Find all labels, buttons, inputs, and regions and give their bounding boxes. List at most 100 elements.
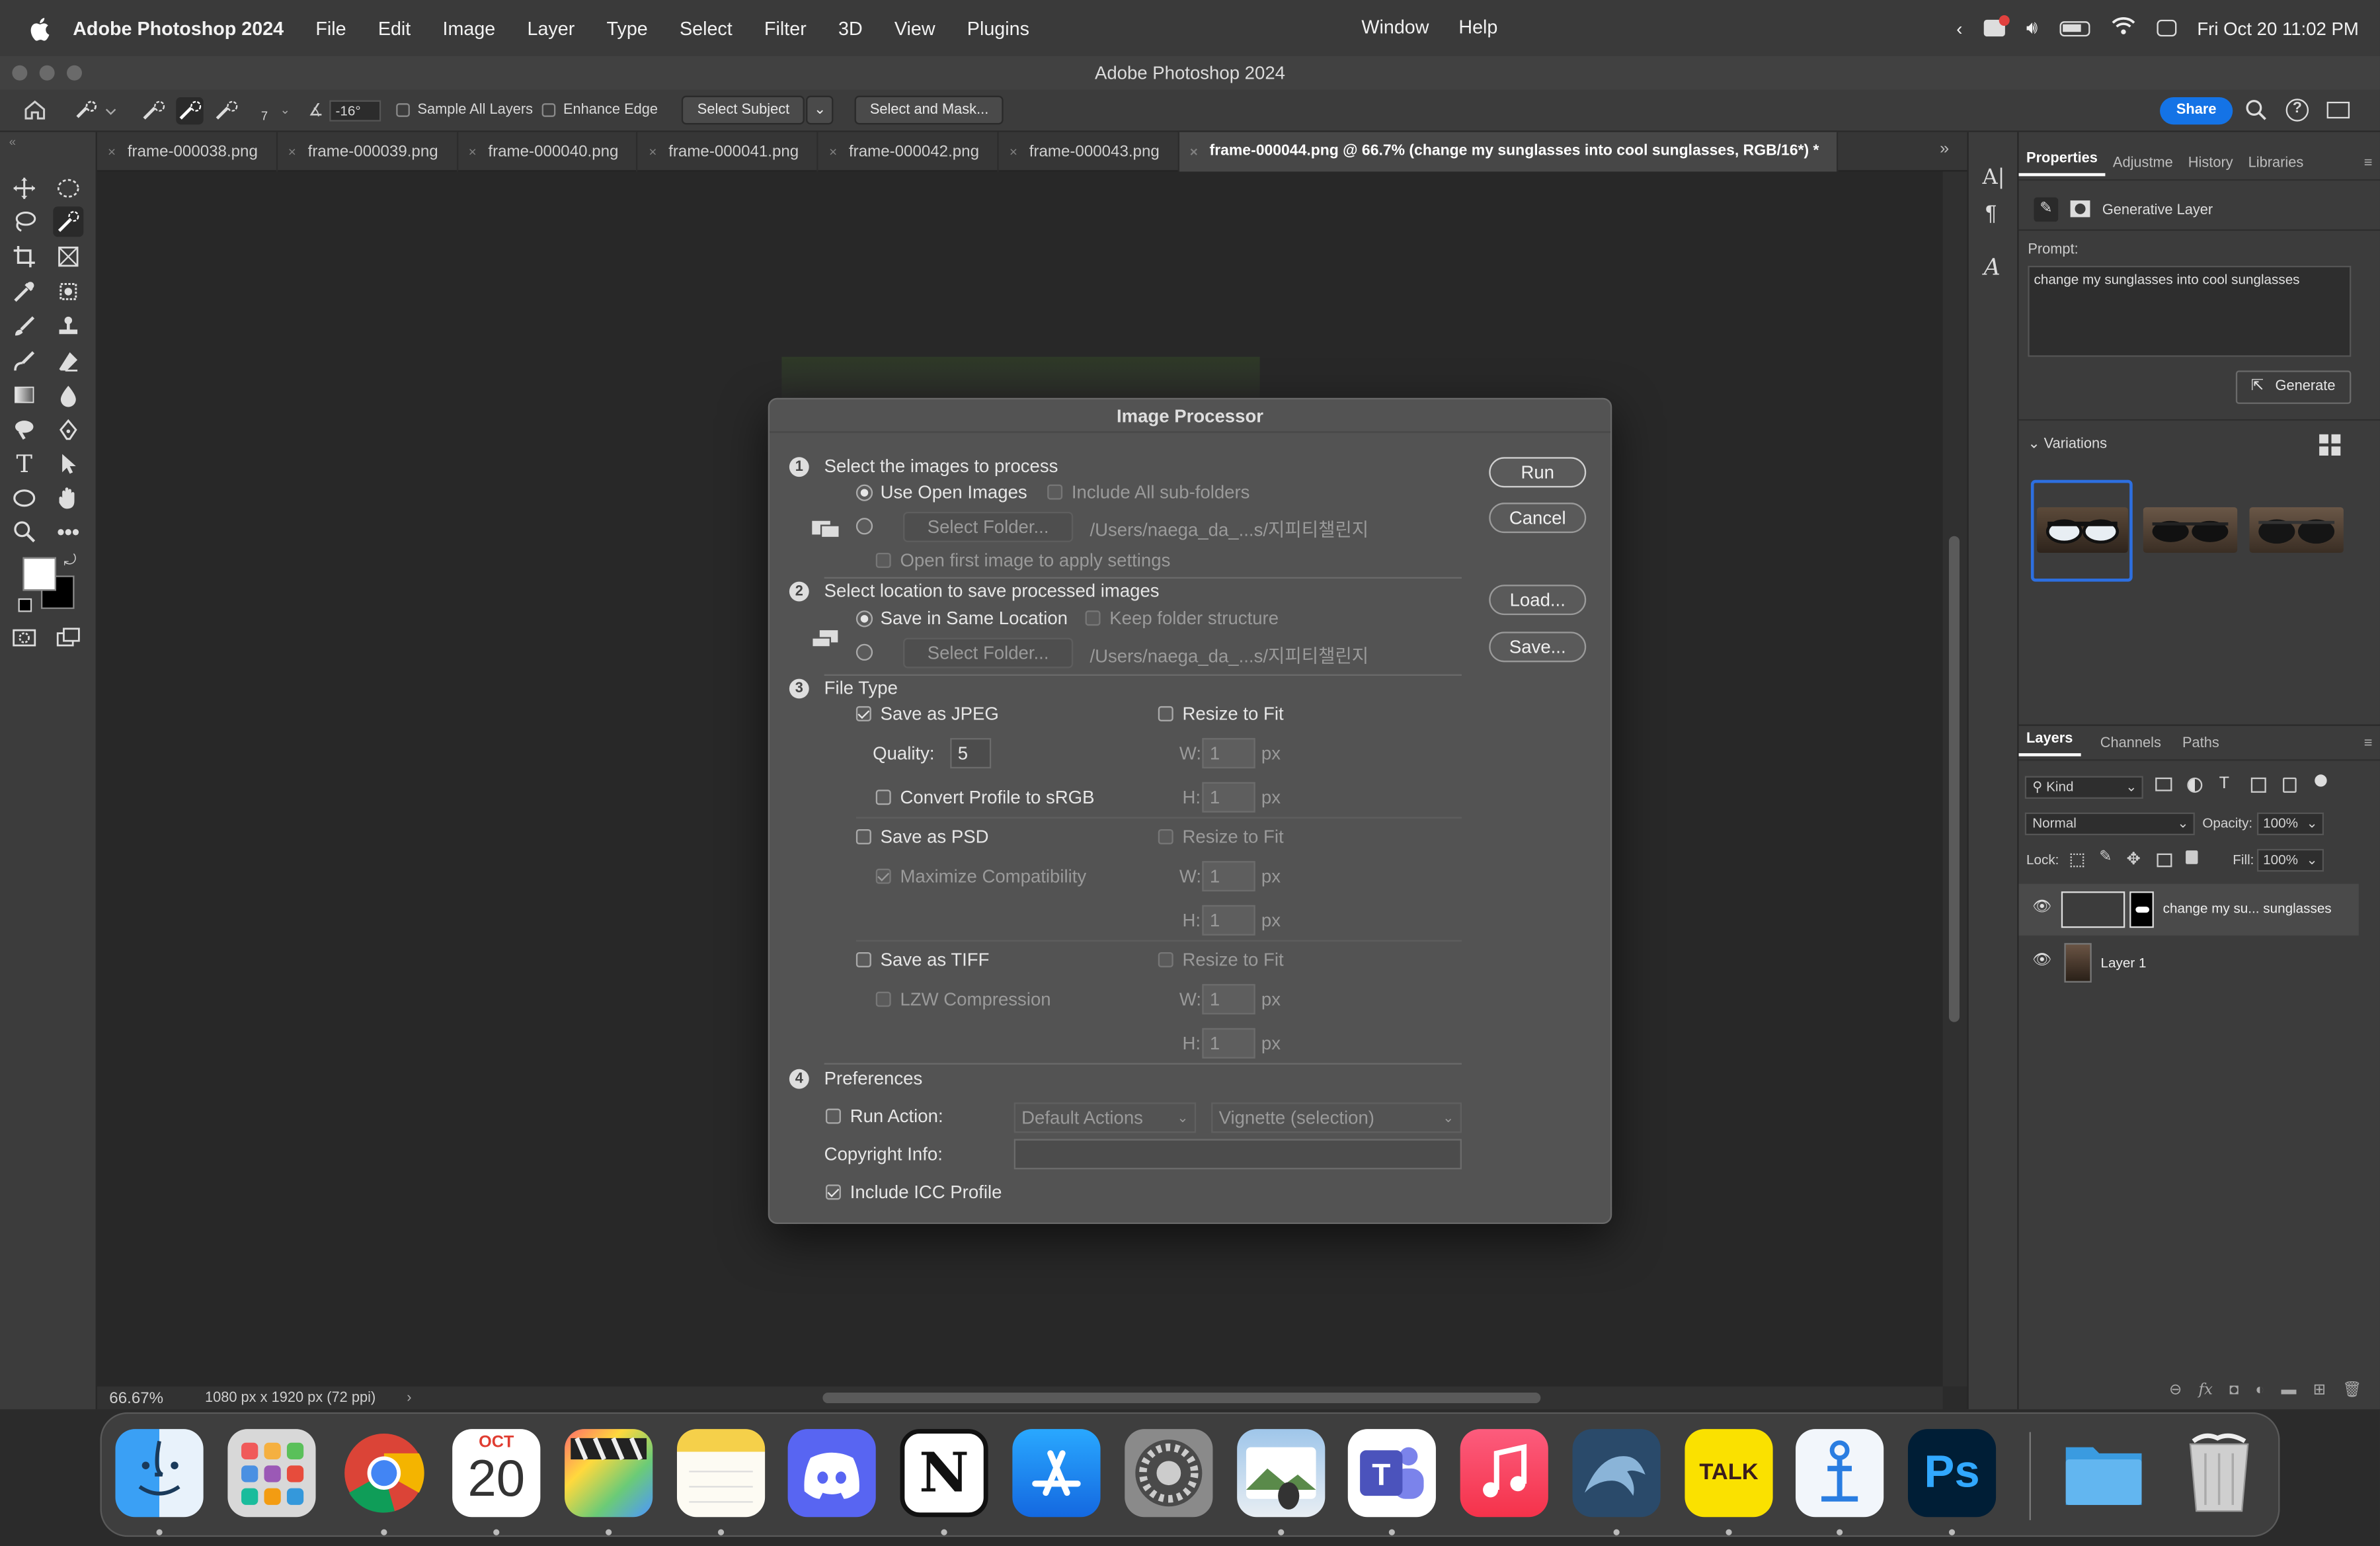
menu-layer[interactable]: Layer xyxy=(528,17,575,38)
glyphs-panel-icon[interactable]: A xyxy=(1984,254,2001,281)
menu-select[interactable]: Select xyxy=(680,17,733,38)
save-same-location-radio[interactable] xyxy=(855,610,873,628)
brush-tool-icon[interactable] xyxy=(9,311,40,342)
save-as-psd-checkbox[interactable] xyxy=(855,829,871,844)
use-open-images-radio[interactable] xyxy=(855,484,873,501)
save-as-tiff-checkbox[interactable] xyxy=(855,952,871,967)
downloads-folder-icon[interactable] xyxy=(2060,1429,2148,1517)
angle-field[interactable]: -16° xyxy=(329,99,381,121)
close-tab-icon[interactable]: × xyxy=(649,132,656,172)
layers-panel-menu-icon[interactable]: ≡ xyxy=(2356,735,2380,752)
default-colors-icon[interactable] xyxy=(18,598,32,612)
tab-channels[interactable]: Channels xyxy=(2092,735,2168,752)
tab-frame-000042[interactable]: × frame-000042.png xyxy=(818,132,999,172)
home-icon[interactable] xyxy=(21,97,48,124)
accessibility-app-icon[interactable] xyxy=(1796,1429,1884,1518)
system-settings-icon[interactable] xyxy=(1125,1429,1213,1518)
lasso-tool-icon[interactable] xyxy=(9,206,40,237)
close-tab-icon[interactable]: × xyxy=(288,132,296,172)
select-source-folder-radio[interactable] xyxy=(855,518,873,535)
quality-field[interactable]: 5 xyxy=(950,738,992,769)
quick-selection-tool-icon[interactable] xyxy=(53,206,84,237)
filter-kind-select[interactable]: ⚲ Kind ⌄ xyxy=(2024,776,2143,799)
eyedropper-tool-icon[interactable] xyxy=(9,276,40,307)
launchpad-icon[interactable] xyxy=(227,1429,316,1518)
path-selection-tool-icon[interactable] xyxy=(53,448,83,478)
tab-frame-000040[interactable]: × frame-000040.png xyxy=(458,132,639,172)
select-subject-dropdown-icon[interactable]: ⌄ xyxy=(806,95,834,125)
tab-properties[interactable]: Properties xyxy=(2018,150,2106,177)
trash-icon[interactable] xyxy=(2175,1429,2263,1517)
fill-field[interactable]: 100% ⌄ xyxy=(2257,848,2324,872)
search-icon[interactable] xyxy=(2245,99,2268,126)
menu-3d[interactable]: 3D xyxy=(838,17,863,38)
music-icon[interactable] xyxy=(1460,1429,1548,1518)
layer-row-layer-1[interactable]: 👁︎ Layer 1 xyxy=(2019,937,2359,989)
horizontal-scroll-thumb[interactable] xyxy=(822,1392,1541,1404)
type-tool-icon[interactable]: T xyxy=(9,448,40,478)
calendar-icon[interactable]: OCT 20 xyxy=(452,1429,541,1518)
frame-tool-icon[interactable] xyxy=(53,241,83,272)
brush-size-chevron-icon[interactable]: ⌄ xyxy=(280,103,290,117)
teams-icon[interactable]: T xyxy=(1347,1429,1436,1518)
jpeg-resize-to-fit-checkbox[interactable] xyxy=(1158,706,1173,721)
filter-smart-object-icon[interactable] xyxy=(2283,777,2297,793)
opacity-field[interactable]: 100% ⌄ xyxy=(2257,812,2324,836)
status-chevron-icon[interactable]: › xyxy=(407,1387,411,1409)
tab-history[interactable]: History xyxy=(2180,155,2241,171)
zoom-tool-icon[interactable] xyxy=(9,516,40,547)
fx-icon[interactable]: fx xyxy=(2199,1381,2213,1398)
select-destination-folder-radio[interactable] xyxy=(855,643,873,661)
share-button[interactable]: Share xyxy=(2160,97,2233,125)
move-tool-icon[interactable] xyxy=(9,173,40,204)
grid-view-icon[interactable] xyxy=(2319,434,2341,456)
mysql-workbench-icon[interactable] xyxy=(1572,1429,1661,1518)
eraser-tool-icon[interactable] xyxy=(53,346,83,377)
layer-name[interactable]: change my su... sunglasses xyxy=(2163,901,2332,916)
chevron-left-icon[interactable]: ‹ xyxy=(1956,17,1962,38)
blur-tool-icon[interactable] xyxy=(53,380,83,410)
lock-position-icon[interactable]: ✥ xyxy=(2127,849,2141,869)
menu-window[interactable]: Window xyxy=(1361,17,1429,38)
select-and-mask-button[interactable]: Select and Mask... xyxy=(854,95,1004,125)
tab-frame-000039[interactable]: × frame-000039.png xyxy=(278,132,458,172)
save-as-jpeg-checkbox[interactable] xyxy=(855,706,871,721)
tool-preset-icon[interactable] xyxy=(73,97,118,124)
workspace-icon[interactable] xyxy=(2326,101,2350,119)
menu-filter[interactable]: Filter xyxy=(764,17,807,38)
lock-transparent-icon[interactable] xyxy=(2070,853,2084,868)
run-button[interactable]: Run xyxy=(1489,457,1587,488)
chrome-icon[interactable] xyxy=(340,1429,428,1517)
cancel-button[interactable]: Cancel xyxy=(1489,503,1587,534)
menu-type[interactable]: Type xyxy=(607,17,648,38)
filter-toggle-icon[interactable] xyxy=(2310,774,2330,794)
copyright-field[interactable] xyxy=(1013,1139,1462,1170)
minimize-window-button[interactable] xyxy=(39,65,55,81)
tab-frame-000044[interactable]: × frame-000044.png @ 66.7% (change my sun… xyxy=(1179,132,1839,172)
discord-icon[interactable] xyxy=(787,1429,876,1518)
adjustment-layer-icon[interactable]: ◐ xyxy=(2255,1381,2264,1398)
visibility-eye-icon[interactable]: 👁︎ xyxy=(2032,952,2051,969)
close-tab-icon[interactable]: × xyxy=(829,132,837,172)
finder-icon[interactable] xyxy=(115,1429,204,1518)
quick-mask-icon[interactable] xyxy=(9,623,40,653)
apple-icon[interactable] xyxy=(27,15,54,42)
enhance-edge-checkbox[interactable] xyxy=(541,103,556,117)
volume-icon[interactable]: 🔊︎ xyxy=(2026,17,2038,39)
close-window-button[interactable] xyxy=(12,65,28,81)
layer-name[interactable]: Layer 1 xyxy=(2101,956,2147,971)
filter-shape-icon[interactable] xyxy=(2250,777,2266,793)
filter-adjustment-icon[interactable] xyxy=(2187,777,2203,793)
add-selection-brush-icon[interactable] xyxy=(176,96,204,124)
group-folder-icon[interactable]: ▬ xyxy=(2281,1381,2297,1398)
zoom-window-button[interactable] xyxy=(67,65,82,81)
hand-tool-icon[interactable] xyxy=(53,483,83,513)
stamp-tool-icon[interactable] xyxy=(53,311,83,342)
variation-3-thumbnail[interactable] xyxy=(2249,507,2344,553)
more-tabs-icon[interactable]: » xyxy=(1940,140,1949,158)
lock-artboard-icon[interactable] xyxy=(2157,853,2172,868)
layer-row-generative[interactable]: 👁︎ change my su... sunglasses xyxy=(2018,883,2359,936)
new-layer-icon[interactable]: ⊞ xyxy=(2313,1381,2326,1398)
control-center-icon[interactable] xyxy=(2156,19,2176,37)
close-tab-icon[interactable]: × xyxy=(469,132,477,172)
